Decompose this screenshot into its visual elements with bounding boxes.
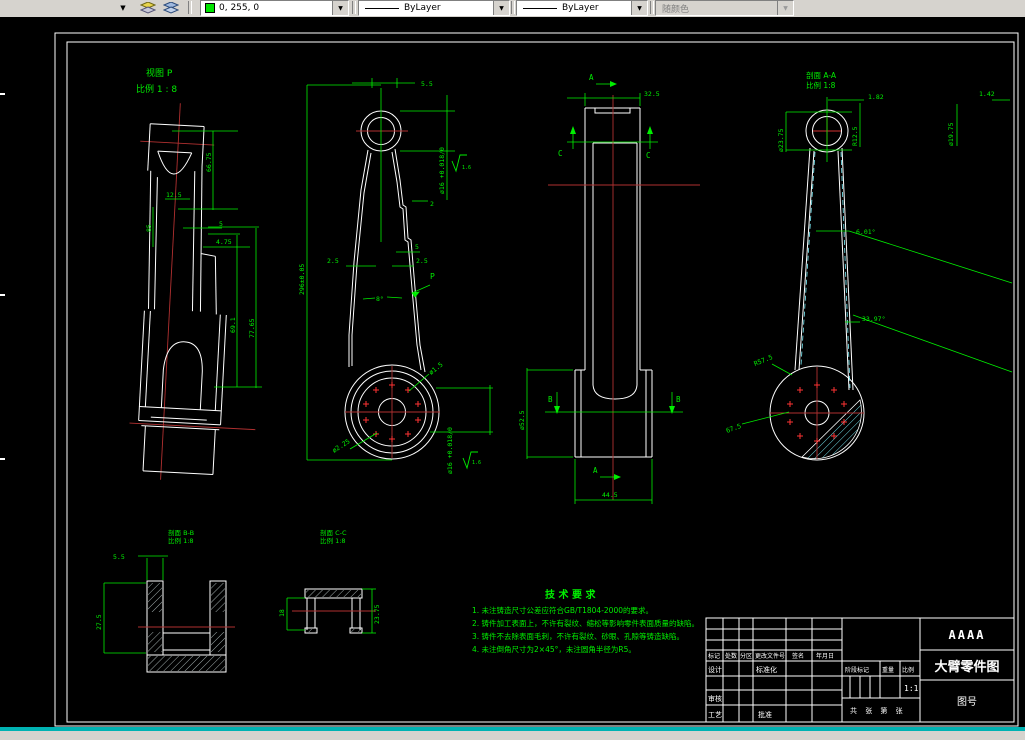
dim-1-82: 1.82	[868, 93, 884, 101]
tech-req-title: 技 术 要 求	[545, 588, 596, 601]
dim-5-5: 5.5	[421, 80, 433, 88]
tb-design: 设计	[708, 665, 722, 674]
rough-top: 1.6	[462, 165, 471, 171]
tb-standard: 标准化	[756, 665, 777, 674]
section-bb-scale: 比例 1:8	[168, 536, 194, 545]
section-a-label-bottom: A	[593, 466, 598, 475]
tb-scale-value: 1:1	[904, 684, 919, 693]
tb-drawing-title: 大臂零件图	[934, 659, 999, 675]
tech-req-item-3: 3. 铸件不去除表面毛刺，不许有裂纹、砂眼、孔隙等铸造缺陷。	[472, 631, 684, 641]
tb-company: AAAA	[949, 628, 986, 642]
tb-h-file: 更改文件号	[755, 652, 785, 660]
section-c-label-left: C	[558, 149, 563, 158]
section-aa-scale: 比例 1:8	[806, 80, 836, 90]
dim-296: 296±0.05	[298, 264, 306, 295]
dim-12-5: 12.5	[166, 191, 182, 199]
tech-req-item-4: 4. 未注倒角尺寸为2×45°，未注圆角半径为R5。	[472, 644, 636, 654]
dim-bore-bottom: ø16 +0.018/0	[446, 427, 454, 474]
rough-bottom: 1.6	[472, 460, 481, 466]
dim-8deg: 8°	[376, 295, 384, 303]
dim-2-5-l: 2.5	[327, 257, 339, 265]
tb-drawing-no: 图号	[957, 696, 977, 708]
dim-2: 2	[430, 200, 434, 208]
tb-h-sign: 签名	[792, 652, 804, 660]
section-a-label-top: A	[589, 73, 594, 82]
tech-req-item-1: 1. 未注铸造尺寸公差应符合GB/T1804-2000的要求。	[472, 605, 653, 615]
dim-4-75: 4.75	[216, 238, 232, 246]
dim-23-75: ø23.75	[777, 128, 785, 152]
section-b-label-left: B	[548, 395, 553, 404]
dim-69-1: 69.1	[229, 317, 237, 333]
tb-weight: 重量	[882, 666, 894, 674]
dim-bore-top: ø16 +0.018/0	[438, 147, 446, 194]
dim-1-42: 1.42	[979, 90, 995, 98]
dim-85: 85	[145, 224, 153, 232]
dim-5: 5	[219, 220, 223, 228]
tb-h-mark: 标记	[708, 652, 720, 660]
dim-bb-5-5: 5.5	[113, 553, 125, 561]
section-aa-title: 剖面 A-A	[806, 70, 837, 80]
tb-h-count: 处数	[725, 652, 737, 660]
section-bb-title: 剖面 B-B	[168, 528, 194, 537]
dim-19-75: ø19.75	[947, 122, 955, 146]
tech-req-item-2: 2. 铸件加工表面上，不许有裂纹、缩松等影响零件表面质量的缺陷。	[472, 618, 699, 628]
dim-32-5: 32.5	[644, 90, 660, 98]
dim-66-75: 66.75	[205, 152, 213, 172]
tb-stage: 阶段标记	[845, 666, 869, 674]
dim-cc-23-75: 23.75	[373, 604, 381, 624]
dim-cc-18: 18	[278, 609, 286, 617]
tb-approve: 批准	[758, 710, 772, 719]
tb-h-zone: 分区	[740, 652, 752, 660]
dim-52-5: ø52.5	[518, 410, 526, 430]
section-b-label-right: B	[676, 395, 681, 404]
view-p-scale: 比例 1 : 8	[136, 83, 177, 95]
drawing-canvas[interactable]: 视图 P 比例 1 : 8 66.75 12.5 85 5 4.75 69.1 …	[0, 0, 1025, 740]
view-p-title: 视图 P	[146, 67, 173, 79]
dim-r12-5: R12.5	[851, 126, 859, 146]
section-c-label-right: C	[646, 151, 651, 160]
dim-2-5-r: 2.5	[416, 257, 428, 265]
ang-33-97: 33.97°	[862, 315, 885, 323]
tb-sheet: 共 张 第 张	[850, 706, 905, 715]
tb-scale-label: 比例	[902, 666, 914, 674]
view-arrow-p: P	[430, 272, 435, 281]
dim-44-5: 44.5	[602, 491, 618, 499]
status-bar[interactable]	[0, 731, 1025, 740]
dim-5b: 5	[415, 243, 419, 251]
tb-h-date: 年月日	[816, 652, 834, 660]
dim-bb-27-5: 27.5	[95, 614, 103, 630]
section-cc-scale: 比例 1:8	[320, 536, 346, 545]
dim-77-65: 77.65	[248, 318, 256, 338]
section-cc-title: 剖面 C-C	[320, 528, 347, 537]
ang-6-01: 6.01°	[856, 228, 876, 236]
cad-application-window: ▼ 0, 255, 0 ▼ ByLayer ▼ ByLayer ▼ 随颜色 ▼ …	[0, 0, 1025, 740]
tb-process: 工艺	[708, 711, 722, 719]
tb-check: 审核	[708, 694, 722, 703]
